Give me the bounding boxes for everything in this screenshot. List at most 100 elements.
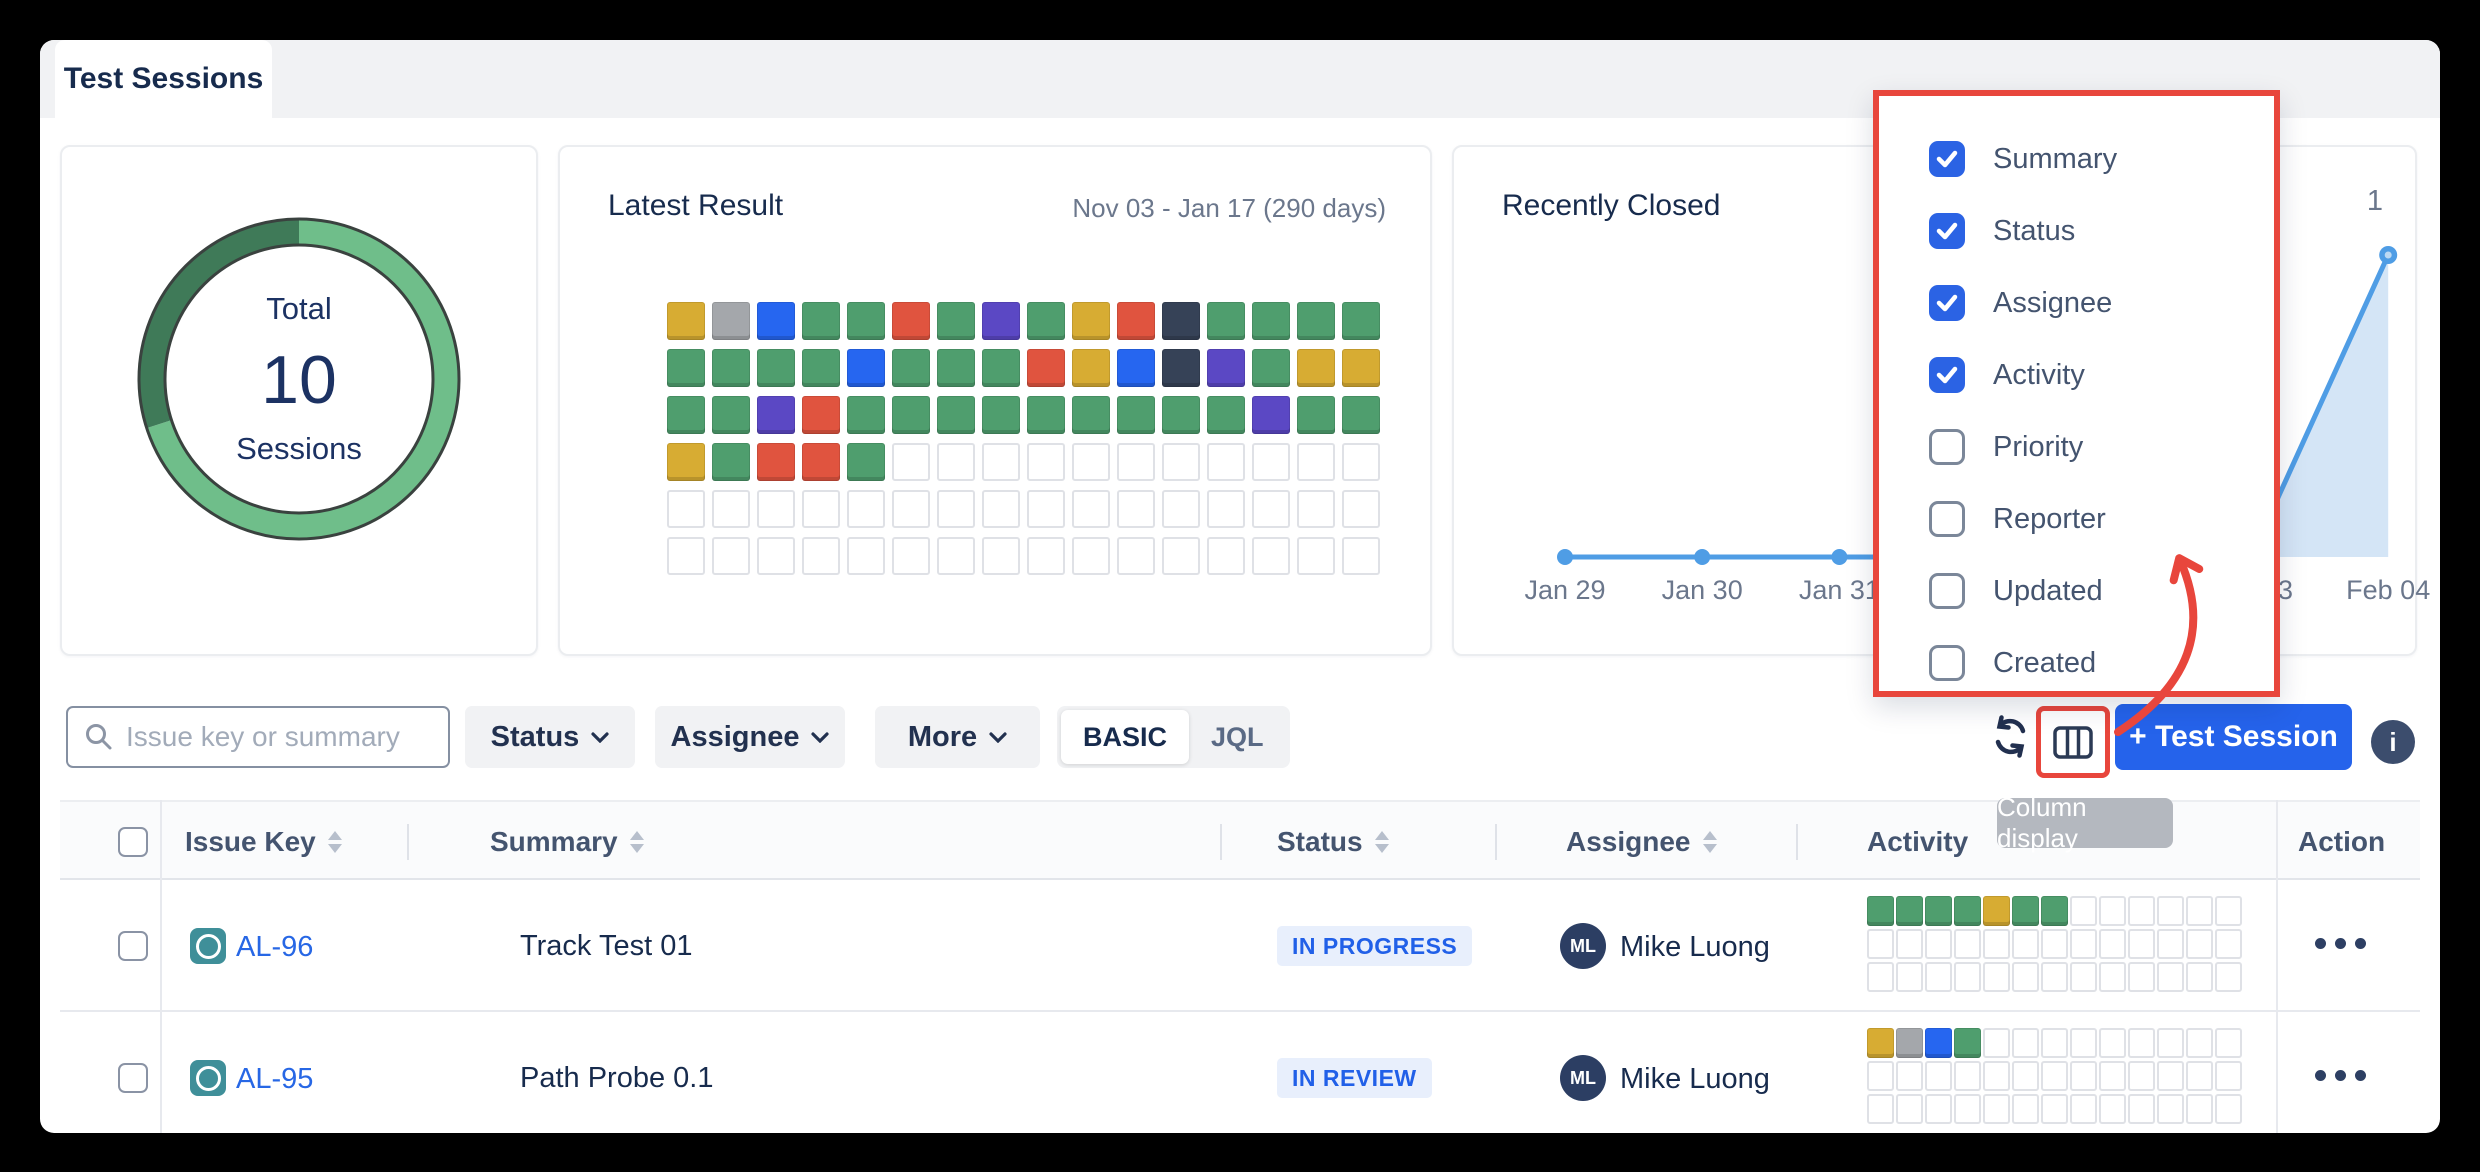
- checkbox-unchecked[interactable]: [1929, 501, 1965, 537]
- header-activity[interactable]: Activity: [1867, 802, 1968, 882]
- column-menu-item-created[interactable]: Created: [1879, 627, 2274, 699]
- chevron-down-icon: [989, 732, 1007, 743]
- header-issue-key[interactable]: Issue Key: [185, 802, 342, 882]
- column-menu-item-reporter[interactable]: Reporter: [1879, 483, 2274, 555]
- status-badge: IN PROGRESS: [1277, 926, 1472, 966]
- issue-key-link[interactable]: AL-95: [236, 1063, 313, 1096]
- column-menu-label: Status: [1993, 215, 2075, 248]
- header-divider: [1495, 824, 1497, 860]
- result-cell-empty: [892, 443, 930, 481]
- tab-test-sessions[interactable]: Test Sessions: [55, 40, 272, 118]
- assignee-avatar: ML: [1560, 1055, 1606, 1101]
- row-actions-button[interactable]: [2315, 938, 2366, 949]
- header-status-label: Status: [1277, 826, 1363, 858]
- result-cell: [1252, 302, 1290, 340]
- column-display-icon[interactable]: [2050, 719, 2096, 765]
- refresh-icon[interactable]: [1988, 714, 2034, 760]
- more-filter-button[interactable]: More: [875, 706, 1040, 768]
- select-all-checkbox[interactable]: [118, 827, 148, 857]
- activity-cell-empty: [1983, 962, 2010, 992]
- checkbox-unchecked[interactable]: [1929, 573, 1965, 609]
- sort-icon[interactable]: [328, 831, 342, 853]
- sort-icon[interactable]: [1375, 831, 1389, 853]
- column-separator: [160, 800, 162, 1133]
- activity-cell-empty: [2215, 896, 2242, 926]
- column-menu-item-activity[interactable]: Activity: [1879, 339, 2274, 411]
- column-menu-label: Activity: [1993, 359, 2085, 392]
- activity-cell-empty: [1896, 1061, 1923, 1091]
- column-menu-item-priority[interactable]: Priority: [1879, 411, 2274, 483]
- mode-jql-button[interactable]: JQL: [1189, 710, 1286, 764]
- header-assignee[interactable]: Assignee: [1566, 802, 1717, 882]
- row-actions-button[interactable]: [2315, 1070, 2366, 1081]
- header-activity-label: Activity: [1867, 826, 1968, 858]
- result-cell: [667, 396, 705, 434]
- activity-cell: [1867, 896, 1894, 926]
- activity-cell-empty: [1867, 1094, 1894, 1124]
- result-cell: [892, 396, 930, 434]
- result-cell-empty: [1207, 490, 1245, 528]
- add-test-session-button[interactable]: + Test Session: [2115, 704, 2352, 770]
- column-menu-item-assignee[interactable]: Assignee: [1879, 267, 2274, 339]
- result-cell: [1072, 349, 1110, 387]
- tooltip-label: Column display: [1997, 792, 2173, 854]
- total-sessions-card: Total 10 Sessions: [60, 145, 538, 656]
- checkbox-unchecked[interactable]: [1929, 645, 1965, 681]
- activity-cell-empty: [2128, 929, 2155, 959]
- info-icon[interactable]: i: [2371, 720, 2415, 764]
- activity-cell-empty: [1867, 929, 1894, 959]
- activity-cell-empty: [2041, 1028, 2068, 1058]
- column-menu-item-summary[interactable]: Summary: [1879, 123, 2274, 195]
- row-checkbox[interactable]: [118, 1063, 148, 1093]
- checkbox-unchecked[interactable]: [1929, 429, 1965, 465]
- result-cell: [667, 302, 705, 340]
- activity-cell-empty: [1954, 929, 1981, 959]
- checkbox-checked[interactable]: [1929, 357, 1965, 393]
- issue-key-link[interactable]: AL-96: [236, 931, 313, 964]
- result-cell-empty: [1072, 537, 1110, 575]
- sort-icon[interactable]: [1703, 831, 1717, 853]
- activity-cell-empty: [1925, 1061, 1952, 1091]
- search-input[interactable]: [124, 720, 428, 754]
- assignee-filter-label: Assignee: [671, 721, 800, 754]
- activity-cell-empty: [2070, 1094, 2097, 1124]
- result-cell-empty: [802, 490, 840, 528]
- checkbox-checked[interactable]: [1929, 141, 1965, 177]
- header-status[interactable]: Status: [1277, 802, 1389, 882]
- column-menu-item-status[interactable]: Status: [1879, 195, 2274, 267]
- add-test-session-label: + Test Session: [2129, 720, 2338, 754]
- query-mode-toggle: BASIC JQL: [1057, 706, 1290, 768]
- mode-basic-button[interactable]: BASIC: [1061, 710, 1189, 764]
- summary-text[interactable]: Path Probe 0.1: [520, 1062, 713, 1095]
- result-cell-empty: [1117, 537, 1155, 575]
- activity-cell-empty: [2157, 962, 2184, 992]
- result-cell: [982, 396, 1020, 434]
- result-cell-empty: [1162, 443, 1200, 481]
- column-display-button-highlight: [2036, 706, 2110, 778]
- result-cell-empty: [1027, 490, 1065, 528]
- x-tick-label: Jan 29: [1500, 575, 1630, 606]
- row-checkbox[interactable]: [118, 931, 148, 961]
- result-cell-empty: [757, 490, 795, 528]
- status-filter-button[interactable]: Status: [465, 706, 635, 768]
- summary-text[interactable]: Track Test 01: [520, 930, 692, 963]
- screenshot-root: { "app": { "tab": "Test Sessions" }, "pa…: [0, 0, 2480, 1172]
- mode-basic-label: BASIC: [1083, 722, 1167, 753]
- checkbox-checked[interactable]: [1929, 213, 1965, 249]
- checkbox-checked[interactable]: [1929, 285, 1965, 321]
- header-summary[interactable]: Summary: [490, 802, 644, 882]
- header-summary-label: Summary: [490, 826, 618, 858]
- test-session-icon: [190, 1060, 226, 1096]
- result-cell-empty: [1162, 537, 1200, 575]
- result-cell-empty: [982, 443, 1020, 481]
- column-menu-item-updated[interactable]: Updated: [1879, 555, 2274, 627]
- sort-icon[interactable]: [630, 831, 644, 853]
- column-display-tooltip: Column display: [1997, 798, 2173, 848]
- result-cell-empty: [1027, 537, 1065, 575]
- result-cell-empty: [1252, 490, 1290, 528]
- donut-label-bottom: Sessions: [236, 431, 362, 467]
- result-cell-empty: [1297, 537, 1335, 575]
- assignee-filter-button[interactable]: Assignee: [655, 706, 845, 768]
- column-menu-label: Assignee: [1993, 287, 2112, 320]
- result-cell: [802, 302, 840, 340]
